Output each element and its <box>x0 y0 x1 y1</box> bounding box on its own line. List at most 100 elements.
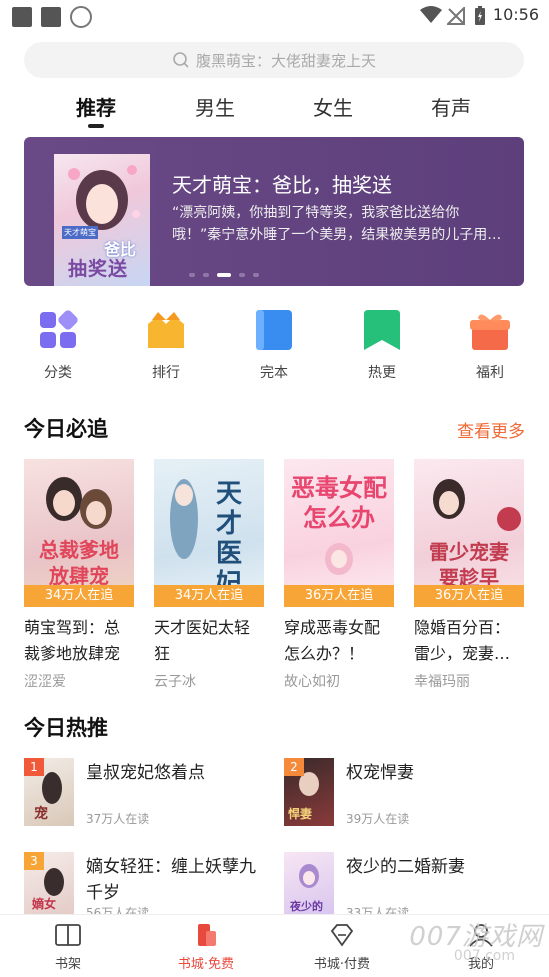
follow-count: 36万人在追 <box>414 585 524 607</box>
section-title-today-follow: 今日必追 <box>24 417 108 441</box>
svg-text:宠: 宠 <box>34 805 48 822</box>
shortcut-label: 排行 <box>152 365 180 381</box>
book-card[interactable]: 雷少宠妻要趁早 36万人在追 隐婚百分百：雷少，宠妻… 幸福玛丽 <box>414 459 524 691</box>
book-author: 幸福玛丽 <box>414 674 470 690</box>
cover-title: 天才医妃 <box>215 479 242 599</box>
carousel-dot <box>189 273 195 277</box>
shortcut-completed[interactable]: 完本 <box>234 310 314 382</box>
book-author: 涩涩爱 <box>24 674 66 690</box>
section-title-today-hot: 今日热推 <box>24 716 108 740</box>
hot-book-item[interactable]: 悍妻 2 权宠悍妻 39万人在读 <box>284 758 524 838</box>
status-bar: 10:56 <box>0 0 549 32</box>
nav-label: 书城·付费 <box>313 957 371 972</box>
cover-title: 恶毒女配怎么办 <box>291 474 387 532</box>
nav-label: 书城·免费 <box>177 957 235 972</box>
follow-count: 36万人在追 <box>284 585 394 607</box>
crown-icon <box>148 312 184 348</box>
banner-book-cover[interactable]: 天才萌宝 爸比 抽奖送 <box>54 154 150 286</box>
banner-description: “漂亮阿姨，你抽到了特等奖，我家爸比送给你哦！”秦宁意外睡了一个美男，结果被美男… <box>172 205 502 243</box>
book-cover: 总裁爹地放肆宠 34万人在追 <box>24 459 134 607</box>
hot-book-title: 嫡女轻狂：缠上妖孽九千岁 <box>86 857 256 903</box>
shortcut-ranking[interactable]: 排行 <box>126 310 206 382</box>
search-bar[interactable]: 腹黑萌宝：大佬甜妻宠上天 <box>24 42 524 78</box>
svg-text:嫡女: 嫡女 <box>32 896 56 911</box>
hot-book-readers: 37万人在读 <box>86 812 150 826</box>
hot-book-item[interactable]: 宠 1 皇叔宠妃悠着点 37万人在读 <box>24 758 264 838</box>
clock: 10:56 <box>492 5 539 24</box>
hot-book-title: 权宠悍妻 <box>346 763 414 783</box>
shortcut-label: 福利 <box>476 365 504 381</box>
search-placeholder: 腹黑萌宝：大佬甜妻宠上天 <box>195 51 376 70</box>
tab-male[interactable]: 男生 <box>175 92 255 121</box>
book-title: 天才医妃太轻狂 <box>154 618 251 663</box>
nav-store-free[interactable]: 书城·免费 <box>166 923 246 972</box>
phone-book-icon <box>198 924 216 946</box>
book-title: 穿成恶毒女配怎么办？！ <box>284 618 381 663</box>
follow-count: 34万人在追 <box>24 585 134 607</box>
notification-icon <box>12 7 32 27</box>
svg-text:夜少的: 夜少的 <box>289 899 323 913</box>
carousel-dot <box>239 273 245 277</box>
cover-title: 抽奖送 <box>68 258 129 280</box>
carousel-dot-active <box>217 273 231 277</box>
book-title: 隐婚百分百：雷少，宠妻… <box>414 618 511 663</box>
hot-book-title: 皇叔宠妃悠着点 <box>86 763 205 783</box>
tab-recommend[interactable]: 推荐 <box>56 92 136 121</box>
tab-audio[interactable]: 有声 <box>411 92 491 121</box>
diamond-icon <box>330 924 354 947</box>
book-card[interactable]: 天才医妃 34万人在追 天才医妃太轻狂 云子冰 <box>154 459 264 691</box>
nav-store-paid[interactable]: 书城·付费 <box>302 923 382 972</box>
nav-bookshelf[interactable]: 书架 <box>28 923 108 972</box>
book-cover: 天才医妃 34万人在追 <box>154 459 264 607</box>
cover-tag: 天才萌宝 <box>62 226 98 239</box>
carousel-dot <box>253 273 259 277</box>
book-author: 故心如初 <box>284 674 340 690</box>
book-icon <box>256 310 292 350</box>
book-cover: 雷少宠妻要趁早 36万人在追 <box>414 459 524 607</box>
hot-book-title: 夜少的二婚新妻 <box>346 857 465 877</box>
bookmark-icon <box>364 310 400 350</box>
banner-title: 天才萌宝：爸比，抽奖送 <box>172 173 392 197</box>
book-cover: 悍妻 2 <box>284 758 334 826</box>
book-cover: 恶毒女配怎么办 36万人在追 <box>284 459 394 607</box>
book-cover: 嫡女 3 <box>24 852 74 920</box>
follow-count: 34万人在追 <box>154 585 264 607</box>
battery-icon <box>475 6 485 25</box>
rank-badge: 1 <box>24 758 44 776</box>
book-cover: 夜少的 <box>284 852 334 920</box>
channel-tabs: 推荐 男生 女生 有声 <box>0 92 549 128</box>
carousel-dot <box>203 273 209 277</box>
cover-title: 总裁爹地放肆宠 <box>39 538 119 588</box>
rank-badge: 3 <box>24 852 44 870</box>
sync-icon <box>70 6 92 28</box>
book-card[interactable]: 总裁爹地放肆宠 34万人在追 萌宝驾到：总裁爹地放肆宠 涩涩爱 <box>24 459 134 691</box>
shortcut-welfare[interactable]: 福利 <box>450 310 530 382</box>
book-card[interactable]: 恶毒女配怎么办 36万人在追 穿成恶毒女配怎么办？！ 故心如初 <box>284 459 394 691</box>
shortcut-label: 分类 <box>44 365 72 381</box>
cover-title: 雷少宠妻要趁早 <box>429 540 509 590</box>
gift-icon <box>470 314 510 350</box>
tab-female[interactable]: 女生 <box>293 92 373 121</box>
grid-icon <box>40 310 78 348</box>
shortcut-hot-update[interactable]: 热更 <box>342 310 422 382</box>
rank-badge: 2 <box>284 758 304 776</box>
promo-banner[interactable]: 天才萌宝 爸比 抽奖送 天才萌宝：爸比，抽奖送 “漂亮阿姨，你抽到了特等奖，我家… <box>24 137 524 286</box>
signal-icon <box>447 7 465 25</box>
carousel-dots <box>124 273 324 277</box>
watermark-url: 007.com <box>453 948 515 964</box>
shortcut-label: 热更 <box>368 365 396 381</box>
book-title: 萌宝驾到：总裁爹地放肆宠 <box>24 618 121 663</box>
notification-icon <box>41 7 61 27</box>
see-more-link[interactable]: 查看更多 <box>457 417 525 442</box>
svg-text:悍妻: 悍妻 <box>288 806 312 821</box>
search-icon <box>173 52 189 68</box>
category-shortcuts: 分类 排行 完本 热更 福利 <box>0 310 549 382</box>
book-author: 云子冰 <box>154 674 196 690</box>
wifi-icon <box>420 6 442 23</box>
shortcut-label: 完本 <box>260 365 288 381</box>
bookshelf-icon <box>55 924 81 946</box>
shortcut-category[interactable]: 分类 <box>18 310 98 382</box>
active-tab-indicator <box>88 124 104 128</box>
nav-label: 书架 <box>54 957 81 972</box>
hot-book-readers: 39万人在读 <box>346 812 410 826</box>
